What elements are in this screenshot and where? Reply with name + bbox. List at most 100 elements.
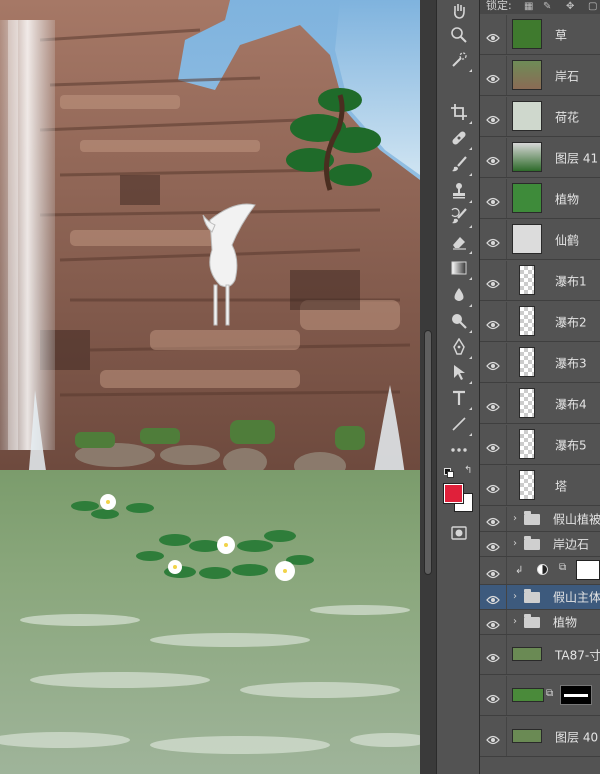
- layer-thumbnail: [512, 60, 542, 90]
- eye-icon[interactable]: [486, 439, 500, 452]
- folder-icon: [524, 536, 540, 550]
- lock-all-icon[interactable]: ▢: [588, 1, 597, 12]
- layer-mask-thumbnail[interactable]: [576, 560, 600, 580]
- lock-position-icon[interactable]: ✥: [566, 1, 574, 12]
- layer-name: 瀑布5: [555, 438, 587, 452]
- clone-stamp-icon[interactable]: [448, 180, 472, 203]
- eye-icon[interactable]: [486, 234, 500, 247]
- expand-caret-icon[interactable]: ›: [513, 513, 517, 524]
- swap-colors-icon[interactable]: ↰: [464, 466, 472, 476]
- folder-icon: [524, 511, 540, 525]
- default-colors-icon[interactable]: [444, 468, 454, 478]
- adjustment-layer-icon: [537, 564, 548, 575]
- eye-column-divider: [506, 179, 507, 218]
- layer-group-row[interactable]: › 岸边石: [480, 532, 600, 557]
- eye-column-divider: [506, 302, 507, 341]
- zoom-icon[interactable]: [448, 24, 470, 46]
- layer-row[interactable]: 荷花: [480, 97, 600, 137]
- layer-row[interactable]: 草: [480, 15, 600, 55]
- layer-name: 瀑布3: [555, 356, 587, 370]
- layer-row[interactable]: 图层 41: [480, 138, 600, 178]
- layer-mask-thumbnail[interactable]: [560, 685, 592, 705]
- eye-icon[interactable]: [486, 398, 500, 411]
- eye-icon[interactable]: [486, 152, 500, 165]
- layer-thumbnail: [512, 688, 544, 702]
- eye-icon[interactable]: [486, 690, 500, 703]
- dodge-icon[interactable]: [448, 310, 472, 333]
- eye-column-divider: [506, 676, 507, 715]
- more-tools-icon[interactable]: [448, 439, 470, 461]
- canvas-scrollbar[interactable]: [420, 0, 436, 774]
- layer-row[interactable]: 瀑布3: [480, 343, 600, 383]
- eye-column-divider: [506, 384, 507, 423]
- scrollbar-thumb[interactable]: [424, 330, 432, 575]
- layer-group-row[interactable]: › 假山植被: [480, 507, 600, 532]
- path-select-icon[interactable]: [448, 361, 472, 384]
- eye-icon[interactable]: [486, 111, 500, 124]
- eye-icon[interactable]: [486, 513, 500, 527]
- layer-name: 瀑布1: [555, 274, 587, 288]
- quick-mask-icon[interactable]: [448, 522, 470, 544]
- layer-row[interactable]: ⧉: [480, 676, 600, 716]
- eye-icon[interactable]: [486, 193, 500, 206]
- hand-icon[interactable]: [448, 0, 470, 22]
- layer-row[interactable]: 图层 40: [480, 717, 600, 757]
- link-icon: ⧉: [546, 688, 554, 699]
- eye-icon[interactable]: [486, 480, 500, 493]
- layer-thumbnail: [519, 388, 535, 418]
- layer-name: 岸石: [555, 69, 580, 83]
- eye-icon[interactable]: [486, 29, 500, 42]
- pen-icon[interactable]: [448, 336, 472, 359]
- eye-icon[interactable]: [486, 275, 500, 288]
- expand-caret-icon[interactable]: ›: [513, 591, 517, 602]
- layer-row[interactable]: 瀑布4: [480, 384, 600, 424]
- document-canvas[interactable]: [0, 0, 420, 774]
- layer-group-row[interactable]: › 植物: [480, 610, 600, 635]
- layer-thumbnail: [519, 347, 535, 377]
- layer-row[interactable]: 瀑布1: [480, 261, 600, 301]
- healing-brush-icon[interactable]: [448, 127, 472, 150]
- type-icon[interactable]: [448, 387, 472, 410]
- lock-transparent-icon[interactable]: ▦: [524, 1, 533, 12]
- quick-select-icon[interactable]: [448, 49, 472, 72]
- layer-row[interactable]: 岸石: [480, 56, 600, 96]
- blur-icon[interactable]: [448, 284, 472, 307]
- expand-caret-icon[interactable]: ›: [513, 538, 517, 549]
- layer-row[interactable]: 瀑布5: [480, 425, 600, 465]
- layer-row[interactable]: ↲ ⧉: [480, 557, 600, 585]
- layer-row[interactable]: 仙鹤: [480, 220, 600, 260]
- layer-thumbnail: [512, 224, 542, 254]
- foreground-color-swatch[interactable]: [443, 483, 464, 504]
- layer-thumbnail: [512, 19, 542, 49]
- eye-icon[interactable]: [486, 649, 500, 662]
- layer-row[interactable]: 塔: [480, 466, 600, 506]
- eye-icon[interactable]: [486, 616, 500, 630]
- eye-icon[interactable]: [486, 538, 500, 552]
- eraser-icon[interactable]: [448, 231, 472, 254]
- eye-icon[interactable]: [486, 731, 500, 744]
- brush-icon[interactable]: [448, 153, 472, 176]
- layer-row[interactable]: 瀑布2: [480, 302, 600, 342]
- eye-icon[interactable]: [486, 565, 500, 578]
- clip-arrow-icon: ↲: [515, 565, 524, 576]
- lock-label: 锁定:: [486, 0, 512, 12]
- layer-name: TA87-寸: [555, 648, 600, 662]
- history-brush-icon[interactable]: [448, 205, 472, 228]
- crop-icon[interactable]: [448, 101, 472, 124]
- lock-image-icon[interactable]: ✎: [543, 1, 551, 12]
- layer-group-row[interactable]: › 假山主体: [480, 585, 600, 610]
- layer-thumbnail: [512, 142, 542, 172]
- eye-icon[interactable]: [486, 70, 500, 83]
- layer-row[interactable]: 植物: [480, 179, 600, 219]
- layer-thumbnail: [512, 647, 542, 661]
- eye-column-divider: [506, 532, 507, 556]
- eye-icon[interactable]: [486, 357, 500, 370]
- layer-row[interactable]: TA87-寸: [480, 635, 600, 675]
- layer-name: 假山植被: [553, 512, 600, 527]
- expand-caret-icon[interactable]: ›: [513, 616, 517, 627]
- eye-icon[interactable]: [486, 591, 500, 605]
- eye-icon[interactable]: [486, 316, 500, 329]
- layer-name: 岸边石: [553, 537, 590, 552]
- line-icon[interactable]: [448, 413, 472, 436]
- gradient-icon[interactable]: [448, 257, 472, 280]
